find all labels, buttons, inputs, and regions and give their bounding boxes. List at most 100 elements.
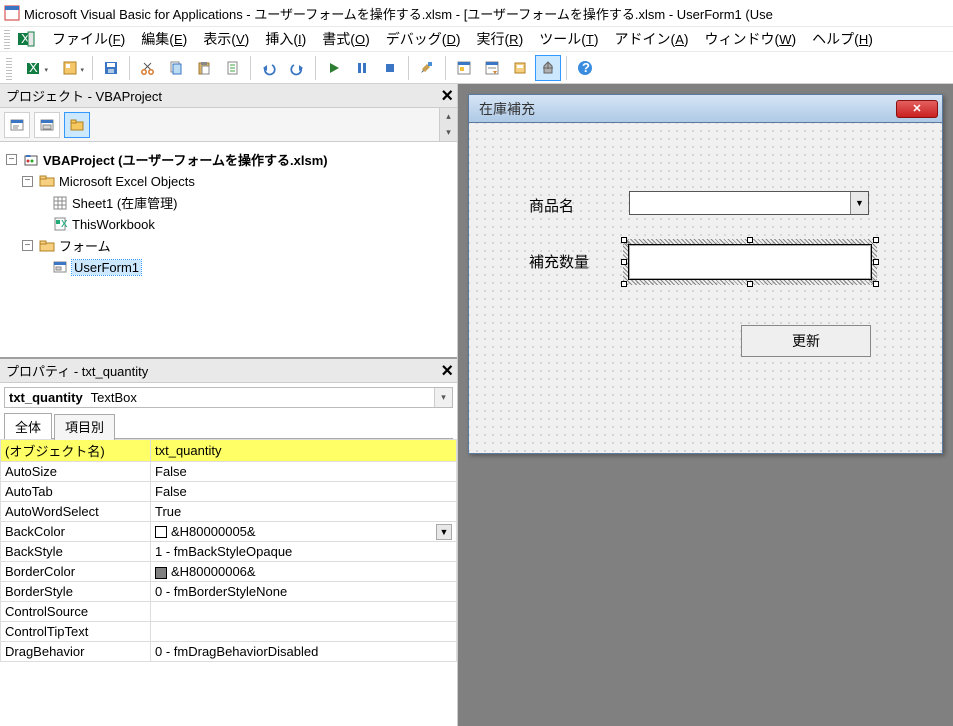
object-browser-button[interactable]	[507, 55, 533, 81]
copy-button[interactable]	[163, 55, 189, 81]
prop-value[interactable]: &H80000006&	[151, 562, 457, 582]
prop-row[interactable]: BorderColor&H80000006&	[1, 562, 457, 582]
menu-e[interactable]: 編集(E)	[133, 28, 195, 50]
prop-row[interactable]: BackColor&H80000005&▼	[1, 522, 457, 542]
prop-row[interactable]: AutoWordSelectTrue	[1, 502, 457, 522]
menu-r[interactable]: 実行(R)	[469, 28, 532, 50]
project-panel-title: プロジェクト - VBAProject ×	[0, 84, 457, 108]
tree-userform1-label[interactable]: UserForm1	[72, 260, 141, 275]
break-button[interactable]	[349, 55, 375, 81]
project-toolbar: ▴▾	[0, 108, 457, 142]
object-selector-combo[interactable]: txt_quantity TextBox ▾	[4, 387, 453, 408]
resize-handle[interactable]	[747, 237, 753, 243]
reset-button[interactable]	[377, 55, 403, 81]
prop-value[interactable]: 1 - fmBackStyleOpaque	[151, 542, 457, 562]
form-designer-area[interactable]: 在庫補充 ✕ 商品名 ▼ 補充数量	[458, 84, 953, 726]
properties-grid[interactable]: (オブジェクト名)txt_quantityAutoSizeFalseAutoTa…	[0, 439, 457, 662]
menu-o[interactable]: 書式(O)	[314, 28, 377, 50]
prop-value[interactable]: 0 - fmDragBehaviorDisabled	[151, 642, 457, 662]
view-code-button[interactable]	[4, 112, 30, 138]
prop-row[interactable]: AutoTabFalse	[1, 482, 457, 502]
excel-logo-icon[interactable]: X	[16, 29, 36, 49]
menu-i[interactable]: 挿入(I)	[257, 28, 314, 50]
prop-row[interactable]: (オブジェクト名)txt_quantity	[1, 440, 457, 462]
tree-collapse-icon[interactable]: −	[6, 154, 17, 165]
project-tree[interactable]: − VBAProject (ユーザーフォームを操作する.xlsm) − Micr…	[0, 142, 457, 359]
menu-f[interactable]: ファイル(F)	[44, 28, 133, 50]
view-excel-button[interactable]: X	[17, 55, 51, 81]
prop-row[interactable]: DragBehavior0 - fmDragBehaviorDisabled	[1, 642, 457, 662]
resize-handle[interactable]	[621, 281, 627, 287]
prop-row[interactable]: BackStyle1 - fmBackStyleOpaque	[1, 542, 457, 562]
properties-panel-close-icon[interactable]: ×	[441, 364, 453, 378]
resize-handle[interactable]	[873, 281, 879, 287]
insert-object-button[interactable]	[53, 55, 87, 81]
project-explorer-button[interactable]	[451, 55, 477, 81]
tree-sheet1-label[interactable]: Sheet1 (在庫管理)	[72, 193, 177, 212]
resize-handle[interactable]	[621, 259, 627, 265]
combo-dropdown-icon[interactable]: ▼	[850, 192, 868, 214]
combo-product-name[interactable]: ▼	[629, 191, 869, 215]
undo-button[interactable]	[256, 55, 282, 81]
project-panel-close-icon[interactable]: ×	[441, 89, 453, 103]
label-quantity[interactable]: 補充数量	[529, 251, 589, 272]
prop-row[interactable]: ControlSource	[1, 602, 457, 622]
prop-row[interactable]: BorderStyle0 - fmBorderStyleNone	[1, 582, 457, 602]
save-button[interactable]	[98, 55, 124, 81]
folder-icon	[39, 238, 55, 254]
resize-handle[interactable]	[747, 281, 753, 287]
button-update[interactable]: 更新	[741, 325, 871, 357]
tree-thisworkbook-label[interactable]: ThisWorkbook	[72, 217, 155, 232]
prop-value[interactable]: True	[151, 502, 457, 522]
combo-dropdown-icon[interactable]: ▾	[434, 388, 452, 407]
tab-categorized[interactable]: 項目別	[54, 414, 115, 440]
run-button[interactable]	[321, 55, 347, 81]
resize-handle[interactable]	[873, 259, 879, 265]
menu-a[interactable]: アドイン(A)	[607, 28, 697, 50]
find-button[interactable]	[219, 55, 245, 81]
dropdown-icon[interactable]: ▼	[436, 524, 452, 540]
menu-d[interactable]: デバッグ(D)	[378, 28, 469, 50]
tree-collapse-icon[interactable]: −	[22, 240, 33, 251]
view-object-button[interactable]	[34, 112, 60, 138]
tab-alphabetic[interactable]: 全体	[4, 413, 52, 439]
tree-forms-label[interactable]: フォーム	[59, 236, 111, 255]
prop-value[interactable]: 0 - fmBorderStyleNone	[151, 582, 457, 602]
resize-handle[interactable]	[873, 237, 879, 243]
project-panel-title-text: プロジェクト - VBAProject	[6, 86, 162, 105]
design-mode-button[interactable]	[414, 55, 440, 81]
menu-v[interactable]: 表示(V)	[195, 28, 257, 50]
textbox-quantity[interactable]	[629, 245, 871, 279]
prop-value[interactable]: &H80000005&▼	[151, 522, 457, 542]
resize-handle[interactable]	[621, 237, 627, 243]
toolbox-button[interactable]	[535, 55, 561, 81]
label-product-name[interactable]: 商品名	[529, 195, 574, 216]
tree-excel-objects-label[interactable]: Microsoft Excel Objects	[59, 174, 195, 189]
project-explorer-panel: プロジェクト - VBAProject × ▴▾ − VBAProject (ユ…	[0, 84, 458, 359]
properties-window-button[interactable]	[479, 55, 505, 81]
prop-row[interactable]: AutoSizeFalse	[1, 462, 457, 482]
userform-preview[interactable]: 在庫補充 ✕ 商品名 ▼ 補充数量	[468, 94, 943, 454]
prop-value[interactable]: txt_quantity	[151, 440, 457, 462]
object-name: txt_quantity	[5, 388, 87, 407]
menu-w[interactable]: ウィンドウ(W)	[697, 28, 805, 50]
toolbar-grip	[6, 56, 12, 80]
redo-button[interactable]	[284, 55, 310, 81]
prop-value[interactable]: False	[151, 482, 457, 502]
folder-icon	[39, 173, 55, 189]
prop-row[interactable]: ControlTipText	[1, 622, 457, 642]
tree-collapse-icon[interactable]: −	[22, 176, 33, 187]
menu-t[interactable]: ツール(T)	[531, 28, 606, 50]
prop-name: BackColor	[1, 522, 151, 542]
project-scrollbar[interactable]: ▴▾	[439, 108, 457, 141]
prop-value[interactable]: False	[151, 462, 457, 482]
userform-close-button[interactable]: ✕	[896, 100, 938, 118]
help-button[interactable]: ?	[572, 55, 598, 81]
toggle-folders-button[interactable]	[64, 112, 90, 138]
prop-value[interactable]	[151, 602, 457, 622]
prop-value[interactable]	[151, 622, 457, 642]
cut-button[interactable]	[135, 55, 161, 81]
menu-h[interactable]: ヘルプ(H)	[804, 28, 881, 50]
userform-body[interactable]: 商品名 ▼ 補充数量 更新	[469, 123, 942, 453]
paste-button[interactable]	[191, 55, 217, 81]
